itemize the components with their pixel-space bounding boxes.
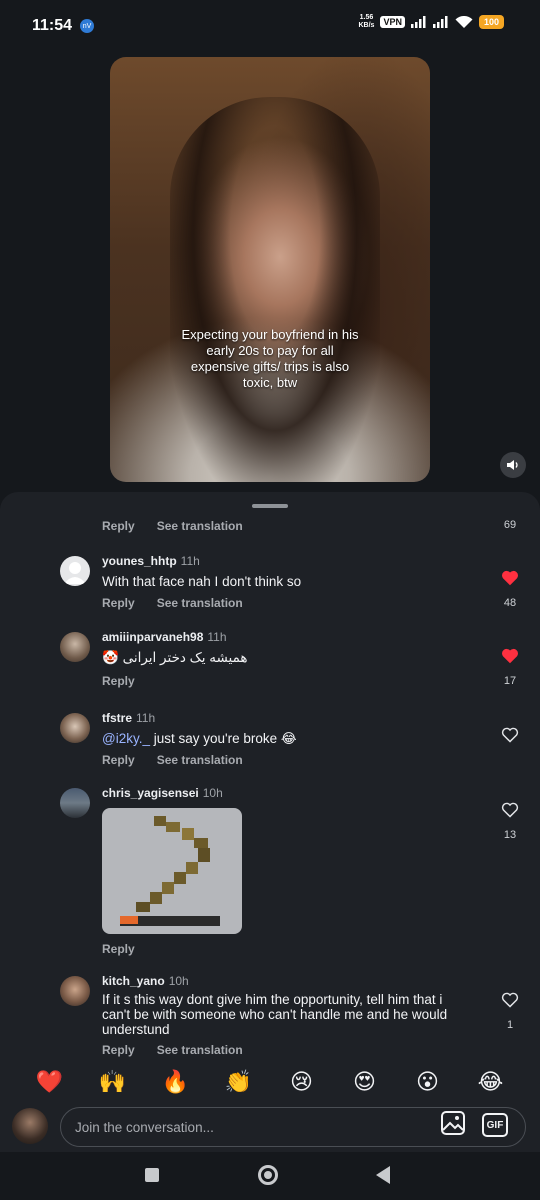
- quick-reactions-bar: ❤️ 🙌 🔥 👏 😢 😍 😮 😂: [0, 1064, 540, 1100]
- comment-header: kitch_yano 10h: [102, 974, 462, 988]
- reply-link[interactable]: Reply: [102, 942, 135, 956]
- see-translation-link[interactable]: See translation: [157, 596, 243, 610]
- comment-header: chris_yagisensei 10h: [102, 786, 462, 800]
- comment-username[interactable]: tfstre: [102, 711, 132, 725]
- heart-outline-icon: [501, 727, 519, 743]
- back-button[interactable]: [376, 1166, 390, 1184]
- reply-link[interactable]: Reply: [102, 519, 135, 533]
- drag-handle[interactable]: [252, 504, 288, 508]
- comment-emoji: 🤡: [102, 650, 119, 665]
- signal-icon-2: [432, 16, 448, 28]
- image-attach-button[interactable]: [440, 1110, 466, 1136]
- see-translation-link[interactable]: See translation: [157, 519, 243, 533]
- video-frame-image: [170, 97, 380, 482]
- reaction-laughing-face[interactable]: 😂: [473, 1070, 509, 1095]
- image-icon: [441, 1111, 465, 1135]
- comment-time: 11h: [136, 711, 156, 725]
- comment-time: 11h: [180, 554, 200, 568]
- heart-outline-icon: [501, 802, 519, 818]
- comment-username[interactable]: amiiinparvaneh98: [102, 630, 203, 644]
- status-indicators: 1.56 KB/s VPN 100: [359, 14, 504, 30]
- comment-text-persian: همیشه یک دختر ایرانی: [122, 650, 248, 665]
- reaction-red-heart[interactable]: ❤️: [32, 1070, 68, 1095]
- network-speed-value: 1.56: [359, 14, 374, 21]
- like-count: 1: [506, 1019, 514, 1031]
- comment-sticker-image[interactable]: [102, 808, 242, 934]
- avatar[interactable]: [60, 556, 90, 586]
- heart-outline-icon: [501, 992, 519, 1008]
- see-translation-link[interactable]: See translation: [157, 1043, 243, 1057]
- comment-username[interactable]: chris_yagisensei: [102, 786, 199, 800]
- default-avatar-icon: [64, 562, 86, 584]
- avatar[interactable]: [60, 788, 90, 818]
- battery-indicator: 100: [478, 15, 504, 29]
- reaction-clapping-hands[interactable]: 👏: [221, 1070, 257, 1095]
- like-button[interactable]: 13: [498, 802, 522, 841]
- like-count: 13: [503, 829, 517, 841]
- comment-mention[interactable]: @i2ky._: [102, 731, 150, 746]
- video-caption: Expecting your boyfriend in his early 20…: [181, 327, 359, 390]
- like-button[interactable]: 17: [498, 648, 522, 687]
- comment-header: amiiinparvaneh98 11h: [102, 630, 462, 644]
- gif-button[interactable]: GIF: [482, 1113, 508, 1137]
- video-player[interactable]: Expecting your boyfriend in his early 20…: [110, 57, 430, 482]
- comment-header: younes_hhtp 11h: [102, 554, 462, 568]
- network-speed: 1.56 KB/s: [359, 14, 375, 30]
- reaction-heart-eyes[interactable]: 😍: [347, 1070, 383, 1095]
- reaction-surprised-face[interactable]: 😮: [410, 1070, 446, 1095]
- reply-link[interactable]: Reply: [102, 753, 135, 767]
- my-avatar: [12, 1108, 48, 1144]
- avatar[interactable]: [60, 976, 90, 1006]
- like-button[interactable]: [498, 727, 522, 748]
- reaction-crying-face[interactable]: 😢: [284, 1070, 320, 1095]
- reply-link[interactable]: Reply: [102, 674, 135, 688]
- comment-text: With that face nah I don't think so: [102, 574, 302, 589]
- comment-username[interactable]: younes_hhtp: [102, 554, 177, 568]
- comment-text: @i2ky._ just say you're broke 😂: [102, 731, 462, 747]
- comment-text: 🤡 همیشه یک دختر ایرانی: [102, 650, 462, 666]
- see-translation-link[interactable]: See translation: [157, 753, 243, 767]
- status-bar: 11:54 nV 1.56 KB/s VPN 100: [0, 0, 540, 52]
- status-time: 11:54: [32, 17, 73, 34]
- like-button[interactable]: 1: [498, 992, 522, 1031]
- like-count: 48: [503, 597, 517, 609]
- comment-username[interactable]: kitch_yano: [102, 974, 165, 988]
- network-speed-unit: KB/s: [358, 22, 375, 29]
- reply-link[interactable]: Reply: [102, 1043, 135, 1057]
- home-button[interactable]: [258, 1165, 278, 1185]
- vpn-badge: VPN: [380, 16, 405, 28]
- pixel-pickaxe-icon: [120, 816, 220, 926]
- system-navigation-bar: [0, 1152, 540, 1200]
- vpn-app-icon: nV: [80, 19, 95, 33]
- comment-time: 10h: [202, 786, 223, 800]
- like-count: 69: [503, 519, 517, 531]
- previous-comment-actions: Reply See translation: [102, 519, 243, 533]
- speaker-icon: [507, 460, 518, 470]
- avatar[interactable]: [60, 632, 90, 662]
- comment-text: If it s this way dont give him the oppor…: [102, 992, 448, 1037]
- heart-filled-icon: [502, 648, 518, 664]
- like-button[interactable]: 48: [498, 570, 522, 609]
- reply-link[interactable]: Reply: [102, 596, 135, 610]
- recent-apps-button[interactable]: [145, 1168, 159, 1182]
- comment-text-body: just say you're broke 😂: [149, 731, 297, 746]
- reaction-raising-hands[interactable]: 🙌: [95, 1070, 131, 1095]
- comment-time: 11h: [207, 630, 227, 644]
- comment-time: 10h: [168, 974, 189, 988]
- sound-toggle-button[interactable]: [500, 452, 526, 478]
- avatar[interactable]: [60, 713, 90, 743]
- comment-input-placeholder: Join the conversation...: [75, 1119, 214, 1135]
- comment-header: tfstre 11h: [102, 711, 462, 725]
- reaction-fire[interactable]: 🔥: [158, 1070, 194, 1095]
- like-count: 17: [503, 675, 517, 687]
- heart-filled-icon: [502, 570, 518, 586]
- signal-icon: [410, 16, 426, 28]
- wifi-icon: [455, 15, 473, 28]
